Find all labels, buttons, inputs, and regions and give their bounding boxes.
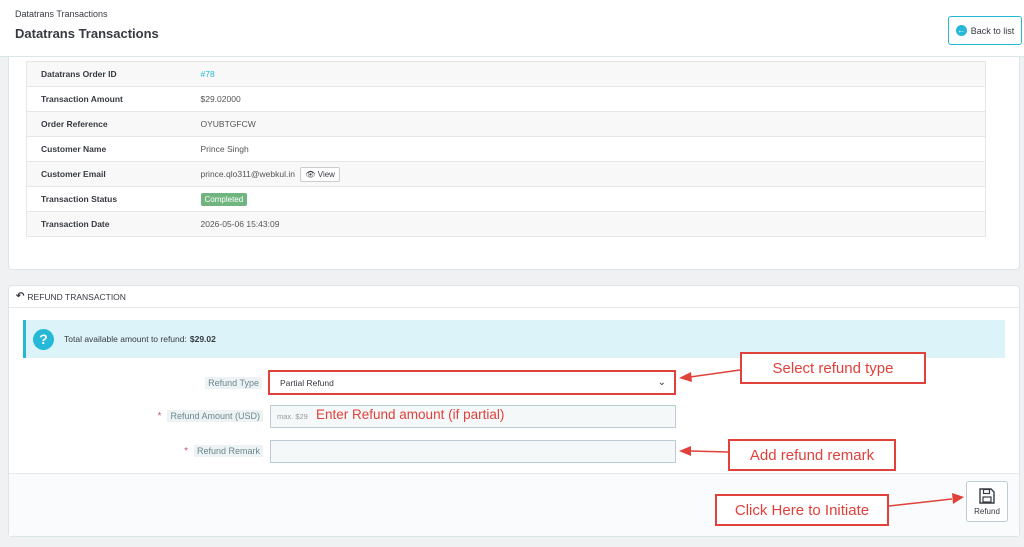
- transaction-details-table: Datatrans Order ID #78 Transaction Amoun…: [26, 61, 986, 237]
- eye-icon: 👁: [305, 169, 316, 179]
- breadcrumb[interactable]: Datatrans Transactions: [15, 9, 108, 19]
- back-to-list-label: Back to list: [970, 25, 1015, 36]
- detail-label: Transaction Date: [26, 211, 199, 237]
- status-badge: Completed: [200, 192, 248, 206]
- save-icon: [979, 487, 995, 504]
- table-row: Datatrans Order ID #78: [26, 61, 986, 87]
- annotation-add-remark: Add refund remark: [728, 439, 896, 471]
- detail-label: Customer Name: [26, 136, 199, 162]
- table-row: Order Reference OYUBTGFCW: [26, 111, 986, 137]
- reply-icon: ↶: [16, 291, 25, 302]
- detail-label: Transaction Status: [26, 186, 199, 212]
- back-to-list-button[interactable]: ← Back to list: [948, 16, 1022, 45]
- view-customer-button[interactable]: 👁 View: [300, 166, 340, 182]
- annotation-enter-amount: Enter Refund amount (if partial): [316, 407, 505, 422]
- table-row: Transaction Status Completed: [26, 186, 986, 212]
- order-id-value: #78: [198, 61, 986, 87]
- info-amount: $29.02: [189, 334, 216, 344]
- customer-email-cell: prince.qlo311@webkul.in 👁 View: [198, 161, 986, 187]
- order-id-link[interactable]: #78: [201, 69, 215, 79]
- table-row: Transaction Date 2026-05-06 15:43:09: [26, 211, 986, 237]
- detail-label: Datatrans Order ID: [26, 61, 199, 87]
- annotation-click-initiate: Click Here to Initiate: [715, 494, 889, 526]
- chevron-down-icon: ⌄: [657, 377, 666, 388]
- refund-amount-label: * Refund Amount (USD): [100, 405, 263, 427]
- table-row: Transaction Amount $29.02000: [26, 86, 986, 112]
- question-icon: ?: [33, 328, 54, 350]
- view-label: View: [317, 169, 335, 179]
- table-row: Customer Name Prince Singh: [26, 136, 986, 162]
- panel-title: REFUND TRANSACTION: [27, 291, 126, 302]
- page-title: Datatrans Transactions: [15, 26, 159, 41]
- transaction-date-value: 2026-05-06 15:43:09: [198, 211, 986, 237]
- refund-remark-label: * Refund Remark: [150, 440, 263, 462]
- detail-label: Customer Email: [26, 161, 199, 187]
- refund-remark-input[interactable]: [270, 440, 676, 463]
- customer-email-value: prince.qlo311@webkul.in: [200, 168, 295, 179]
- page-header: Datatrans Transactions Datatrans Transac…: [0, 0, 1024, 57]
- table-row: Customer Email prince.qlo311@webkul.in 👁…: [26, 161, 986, 187]
- arrow-left-circle-icon: ←: [955, 25, 967, 36]
- refund-type-select[interactable]: Partial Refund ⌄: [268, 370, 676, 395]
- required-asterisk: *: [184, 446, 188, 457]
- detail-label: Transaction Amount: [26, 86, 199, 112]
- transaction-amount-value: $29.02000: [198, 86, 986, 112]
- order-reference-value: OYUBTGFCW: [198, 111, 986, 137]
- panel-heading: ↶ REFUND TRANSACTION: [9, 286, 1019, 308]
- transaction-status-cell: Completed: [198, 186, 986, 212]
- detail-label: Order Reference: [26, 111, 199, 137]
- refund-type-value: Partial Refund: [280, 377, 334, 388]
- refund-button[interactable]: Refund: [966, 481, 1008, 522]
- annotation-select-type: Select refund type: [740, 352, 926, 384]
- refund-button-label: Refund: [974, 506, 1000, 516]
- refund-amount-placeholder: max. $29: [277, 412, 308, 421]
- customer-name-value: Prince Singh: [198, 136, 986, 162]
- info-text: Total available amount to refund:: [64, 334, 187, 344]
- required-asterisk: *: [157, 411, 162, 422]
- refund-type-label: Refund Type: [150, 372, 262, 394]
